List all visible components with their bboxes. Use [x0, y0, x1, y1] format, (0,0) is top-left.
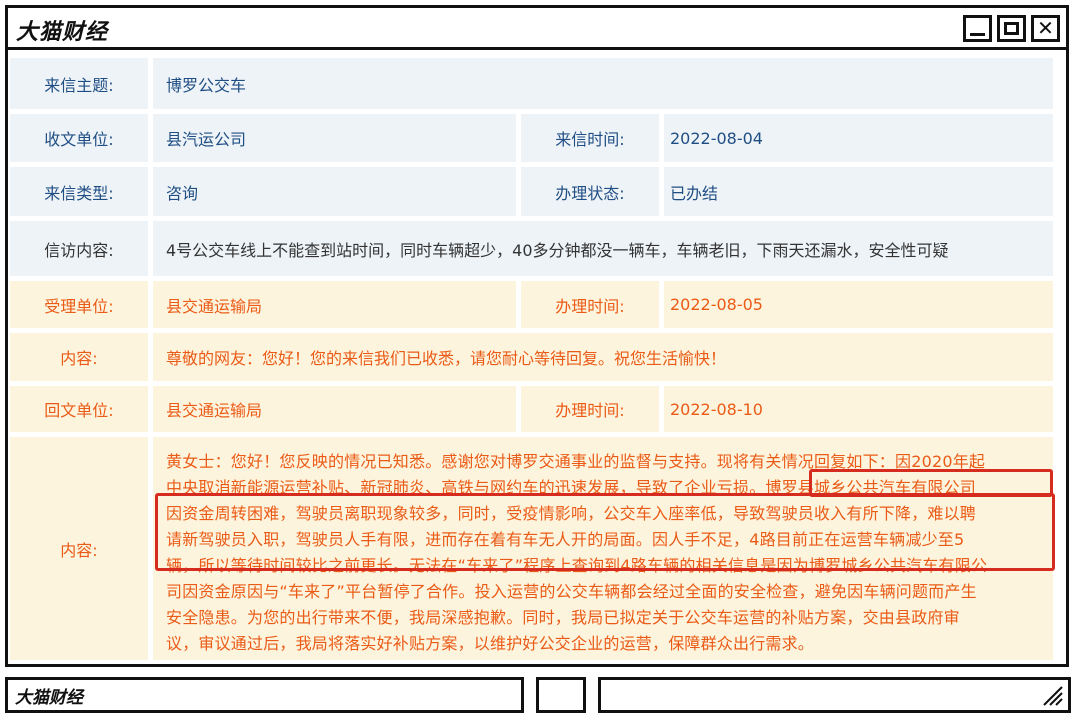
resize-grip-icon[interactable]	[1042, 685, 1064, 707]
date-value: 2022-08-04	[664, 114, 1053, 162]
status-label: 办理状态:	[521, 167, 659, 216]
reply-time-value: 2022-08-10	[664, 386, 1053, 432]
row-reply-content: 内容: 黄女士：您好！您反映的情况已知悉。感谢您对博罗交通事业的监督与支持。现将…	[10, 437, 1053, 660]
reply-unit-value: 县交通运输局	[153, 386, 516, 432]
acceptance-time-value: 2022-08-05	[664, 281, 1053, 328]
row-subject: 来信主题: 博罗公交车	[10, 58, 1053, 109]
recipient-label: 收文单位:	[10, 114, 148, 162]
type-value: 咨询	[153, 167, 516, 216]
minimize-button[interactable]	[963, 15, 992, 42]
reply-line: 因资金周转困难，驾驶员离职现象较多，同时，受疫情影响，公交车入座率低，导致驾驶员…	[166, 504, 977, 523]
taskbar-app-tab[interactable]: 大猫财经	[5, 677, 524, 713]
row-acceptance-unit: 受理单位: 县交通运输局 办理时间: 2022-08-05	[10, 281, 1053, 328]
close-button[interactable]: ✕	[1031, 15, 1060, 42]
reply-unit-label: 回文单位:	[10, 386, 148, 432]
taskbar-button[interactable]	[536, 677, 586, 713]
reply-line: 安全隐患。为您的出行带来不便，我局深感抱歉。同时，我局已拟定关于公交车运营的补贴…	[166, 608, 960, 627]
reply-line: 司因资金原因与“车来了”平台暂停了合作。投入运营的公交车辆都会经过全面的安全检查…	[166, 582, 977, 601]
acceptance-unit-value: 县交通运输局	[153, 281, 516, 328]
reply-time-label: 办理时间:	[521, 386, 659, 432]
maximize-button[interactable]	[997, 15, 1026, 42]
window-title: 大猫财经	[16, 20, 109, 45]
taskbar-field	[598, 677, 1071, 713]
close-icon: ✕	[1037, 16, 1054, 40]
row-content: 信访内容: 4号公交车线上不能查到站时间，同时车辆超少，40多分钟都没一辆车，车…	[10, 221, 1053, 276]
taskbar-title: 大猫财经	[15, 688, 83, 708]
title-bar[interactable]: 大猫财经 ✕	[8, 8, 1066, 50]
reply-line: 中央取消新能源运营补贴、新冠肺炎、高铁与网约车的迅速发展，导致了企业亏损。博罗县…	[166, 478, 977, 497]
content-label: 信访内容:	[10, 221, 148, 276]
reply-line: 议，审议通过后，我局将落实好补贴方案，以维护好公交企业的运营，保障群众出行需求。	[166, 634, 815, 653]
reply-content-label: 内容:	[10, 437, 148, 660]
row-acceptance-content: 内容: 尊敬的网友：您好！您的来信我们已收悉，请您耐心等待回复。祝您生活愉快！	[10, 333, 1053, 381]
reply-text: 黄女士：您好！您反映的情况已知悉。感谢您对博罗交通事业的监督与支持。现将有关情况…	[153, 437, 1053, 657]
row-reply-unit: 回文单位: 县交通运输局 办理时间: 2022-08-10	[10, 386, 1053, 432]
reply-line: 辆，所以等待时间较比之前更长。无法在“车来了”程序上查询到4路车辆的相关信息是因…	[166, 556, 988, 575]
row-recipient: 收文单位: 县汽运公司 来信时间: 2022-08-04	[10, 114, 1053, 162]
acceptance-content-value: 尊敬的网友：您好！您的来信我们已收悉，请您耐心等待回复。祝您生活愉快！	[153, 333, 1053, 381]
recipient-value: 县汽运公司	[153, 114, 516, 162]
subject-value: 博罗公交车	[153, 58, 1053, 109]
acceptance-time-label: 办理时间:	[521, 281, 659, 328]
acceptance-unit-label: 受理单位:	[10, 281, 148, 328]
status-value: 已办结	[664, 167, 1053, 216]
date-label: 来信时间:	[521, 114, 659, 162]
reply-line: 请新驾驶员入职，驾驶员人手有限，进而存在着有车无人开的局面。因人手不足，4路目前…	[166, 530, 965, 549]
acceptance-content-label: 内容:	[10, 333, 148, 381]
type-label: 来信类型:	[10, 167, 148, 216]
subject-label: 来信主题:	[10, 58, 148, 109]
row-type: 来信类型: 咨询 办理状态: 已办结	[10, 167, 1053, 216]
reply-content-value: 黄女士：您好！您反映的情况已知悉。感谢您对博罗交通事业的监督与支持。现将有关情况…	[153, 437, 1053, 660]
content-value: 4号公交车线上不能查到站时间，同时车辆超少，40多分钟都没一辆车，车辆老旧，下雨…	[153, 221, 1053, 276]
reply-line: 黄女士：您好！您反映的情况已知悉。感谢您对博罗交通事业的监督与支持。现将有关情况…	[166, 452, 986, 471]
